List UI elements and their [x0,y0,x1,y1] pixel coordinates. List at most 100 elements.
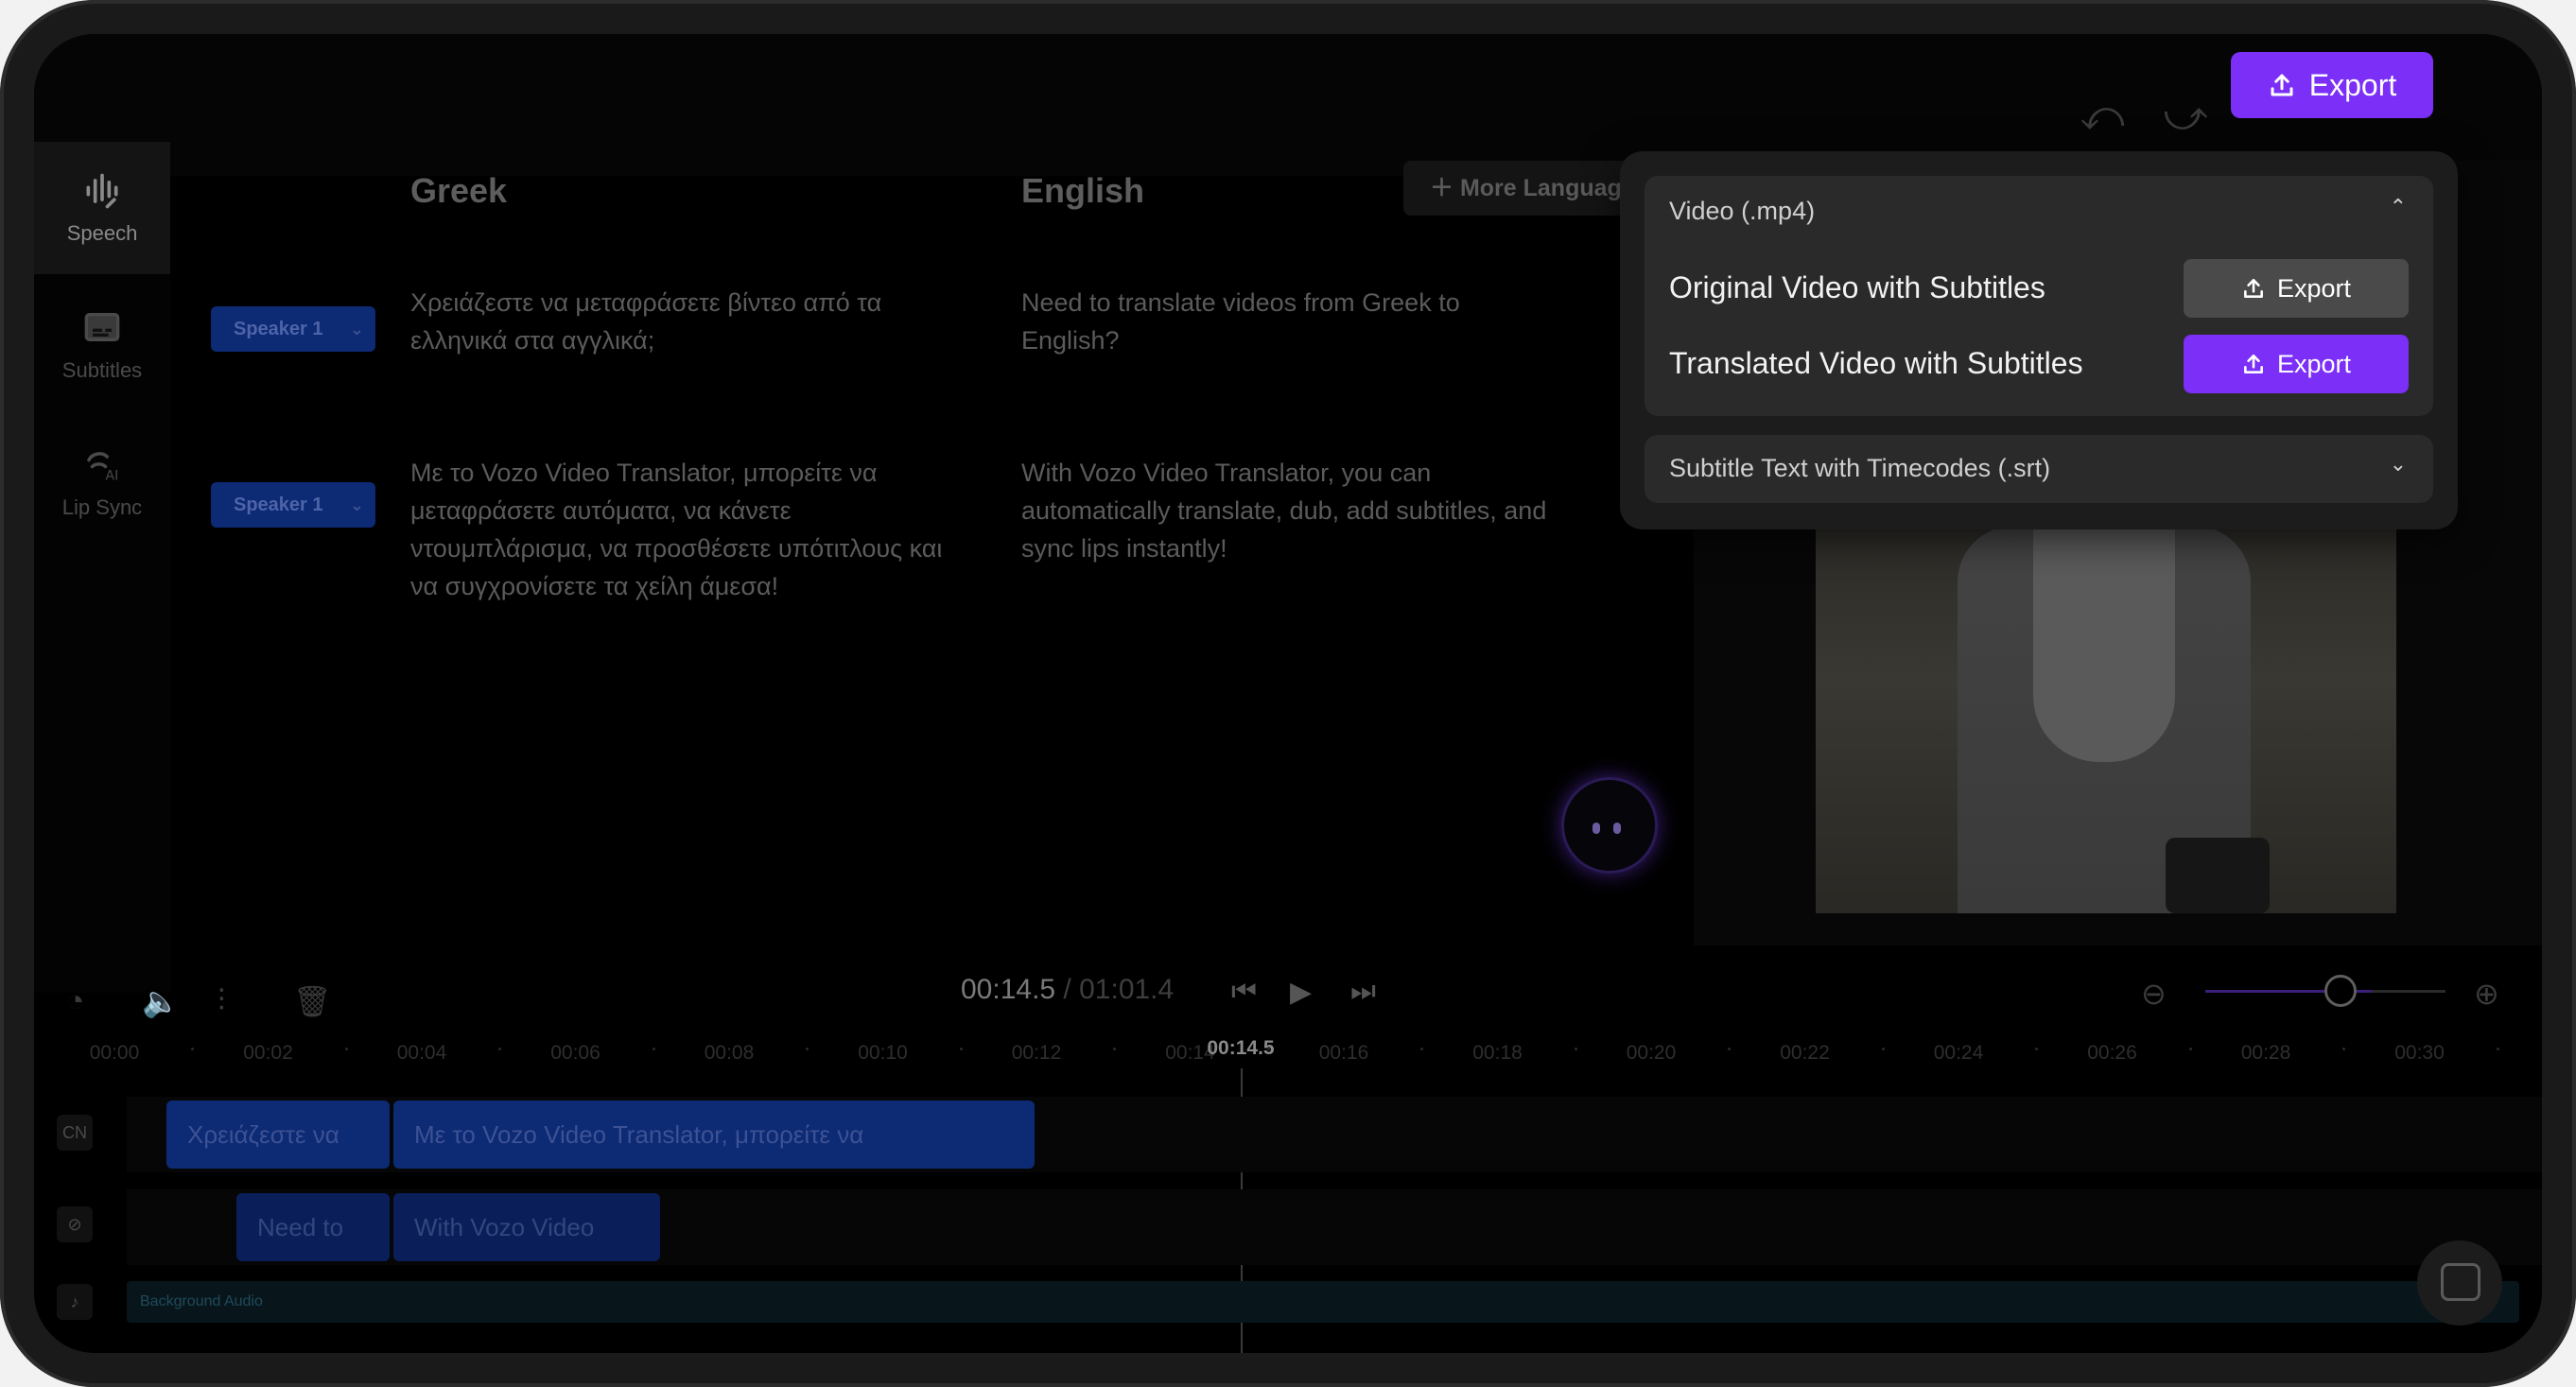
ruler-tick-label: 00:16 [1318,1042,1369,1064]
music-note-icon[interactable]: ♪ [57,1284,93,1320]
subtitle-clip[interactable]: Χρειάζεστε να [166,1101,390,1169]
undo-icon[interactable]: ⤺ [2079,93,2126,140]
caption-off-icon[interactable]: ⊘ [57,1206,93,1242]
playback-controls: ◔ 🔈 ⫶ 🗑 00:14.5 / 01:01.4 ⏮ ▶ ⏭ ⊖ ⊕ [34,945,2542,1040]
subtitles-icon [34,307,170,358]
upload-icon [2244,279,2263,298]
skip-back-icon[interactable]: ⏮ [1231,976,1257,1008]
plus-icon: ＋ [1430,175,1460,201]
speaker-selector[interactable]: Speaker 1 ⌄ [211,306,375,352]
ruler-tick-dot [2496,1048,2499,1050]
device-frame: ⤺ ⤻ Export Speech Subtitles AI Lip Sync … [0,0,2576,1387]
zoom-in-icon[interactable]: ⊕ [2474,976,2499,1012]
ruler-tick-dot [1574,1048,1577,1050]
playhead-time: 00:14.5 [1207,1037,1275,1059]
speaker-selector[interactable]: Speaker 1 ⌄ [211,482,375,528]
ruler-tick-label: 00:02 [243,1042,293,1064]
app-screen: ⤺ ⤻ Export Speech Subtitles AI Lip Sync … [34,34,2542,1353]
ruler-tick-dot [652,1048,655,1050]
chevron-down-icon: ⌄ [349,495,364,514]
chevron-down-icon[interactable]: ⌄ [2390,452,2407,477]
more-languages-button[interactable]: ＋ More Languages [1403,161,1630,216]
left-sidebar: Speech Subtitles AI Lip Sync [34,142,170,993]
time-display: 00:14.5 / 01:01.4 [961,974,1174,1006]
video-section-title[interactable]: Video (.mp4) [1669,197,1815,226]
waveform-icon [34,170,170,221]
time-separator: / [1055,974,1080,1005]
srt-section-title: Subtitle Text with Timecodes (.srt) [1669,454,2051,482]
chat-icon [2441,1263,2480,1301]
export-button[interactable]: Export [2231,52,2433,118]
ruler-tick-label: 00:10 [858,1042,908,1064]
background-audio-clip[interactable]: Background Audio [127,1281,2519,1323]
play-icon[interactable]: ▶ [1290,976,1312,1009]
upload-icon [2271,74,2293,96]
export-original-label: Export [2276,273,2352,303]
subtitle-clip[interactable]: Need to [236,1193,390,1261]
ruler-tick-label: 00:22 [1780,1042,1830,1064]
segment-source-text[interactable]: Με το Vozo Video Translator, μπορείτε να… [410,454,968,605]
skip-forward-icon[interactable]: ⏭ [1350,976,1376,1008]
timeline-ruler[interactable]: 00:00 00:02 00:04 00:06 00:08 00:10 00:12 00:14… [34,1036,2542,1074]
export-original-button[interactable]: Export [2184,259,2409,318]
speed-icon[interactable]: ◔ [66,983,84,1018]
assistant-eye [1613,823,1621,834]
export-popup: Video (.mp4) ⌃ Original Video with Subti… [1620,151,2458,529]
chevron-down-icon: ⌄ [349,320,364,338]
zoom-out-icon[interactable]: ⊖ [2141,976,2167,1012]
subtitle-clip[interactable]: With Vozo Video [393,1193,660,1261]
video-export-section: Video (.mp4) ⌃ Original Video with Subti… [1645,176,2433,416]
subtitle-clip[interactable]: Με το Vozo Video Translator, μπορείτε να [393,1101,1035,1169]
target-language-heading: English [1021,171,1145,210]
trash-icon[interactable]: 🗑 [293,983,332,1019]
svg-text:AI: AI [106,469,119,483]
ruler-tick-label: 00:08 [704,1042,755,1064]
nav-lip-sync[interactable]: AI Lip Sync [34,416,170,548]
ruler-tick-dot [2035,1048,2039,1050]
ruler-tick-dot [498,1048,502,1050]
nav-speech[interactable]: Speech [34,142,170,274]
ruler-tick-label: 00:20 [1626,1042,1677,1064]
ruler-tick-dot [1420,1048,1424,1050]
total-time: 01:01.4 [1079,974,1175,1005]
ruler-tick-label: 00:06 [550,1042,600,1064]
speaker-label: Speaker 1 [234,494,323,515]
ruler-tick-dot [2342,1048,2346,1050]
ruler-tick-dot [1881,1048,1885,1050]
original-video-option-label: Original Video with Subtitles [1669,270,2045,304]
ruler-tick-dot [2188,1048,2192,1050]
mixer-icon[interactable]: ⫶ [218,983,225,1019]
ruler-tick-dot [1113,1048,1117,1050]
srt-export-section[interactable]: Subtitle Text with Timecodes (.srt) ⌄ [1645,435,2433,503]
ruler-tick-dot [344,1048,348,1050]
ai-assistant-icon[interactable] [1561,777,1658,874]
nav-subtitles[interactable]: Subtitles [34,279,170,411]
camera-phone [2166,838,2270,913]
upload-icon [2244,355,2263,373]
assistant-eye [1593,823,1600,834]
nav-lip-sync-label: Lip Sync [61,495,143,519]
export-translated-label: Export [2276,349,2352,378]
source-language-heading: Greek [410,171,508,210]
redo-icon[interactable]: ⤻ [2162,93,2209,140]
segment-source-text[interactable]: Χρειάζεστε να μεταφράσετε βίντεο από τα … [410,284,968,359]
segment-target-text[interactable]: With Vozo Video Translator, you can auto… [1021,454,1551,567]
segment-target-text[interactable]: Need to translate videos from Greek to E… [1021,284,1551,359]
track-language-badge[interactable]: CN [57,1115,93,1151]
export-translated-button[interactable]: Export [2184,335,2409,393]
chat-support-button[interactable] [2417,1240,2502,1326]
ruler-tick-dot [959,1048,963,1050]
ruler-tick-label: 00:28 [2240,1042,2291,1064]
more-languages-label: More Languages [1459,175,1630,201]
person-tshirt [2033,526,2175,762]
translated-video-option-label: Translated Video with Subtitles [1669,346,2083,380]
nav-speech-label: Speech [66,221,138,245]
chevron-up-icon[interactable]: ⌃ [2390,195,2407,219]
ruler-tick-label: 00:00 [89,1042,140,1064]
zoom-slider-handle[interactable] [2324,975,2357,1007]
video-frame-image [1816,526,2396,913]
ruler-tick-label: 00:24 [1933,1042,1984,1064]
nav-subtitles-label: Subtitles [61,358,143,382]
volume-icon[interactable]: 🔈 [142,983,180,1019]
lip-sync-ai-icon: AI [34,444,170,495]
